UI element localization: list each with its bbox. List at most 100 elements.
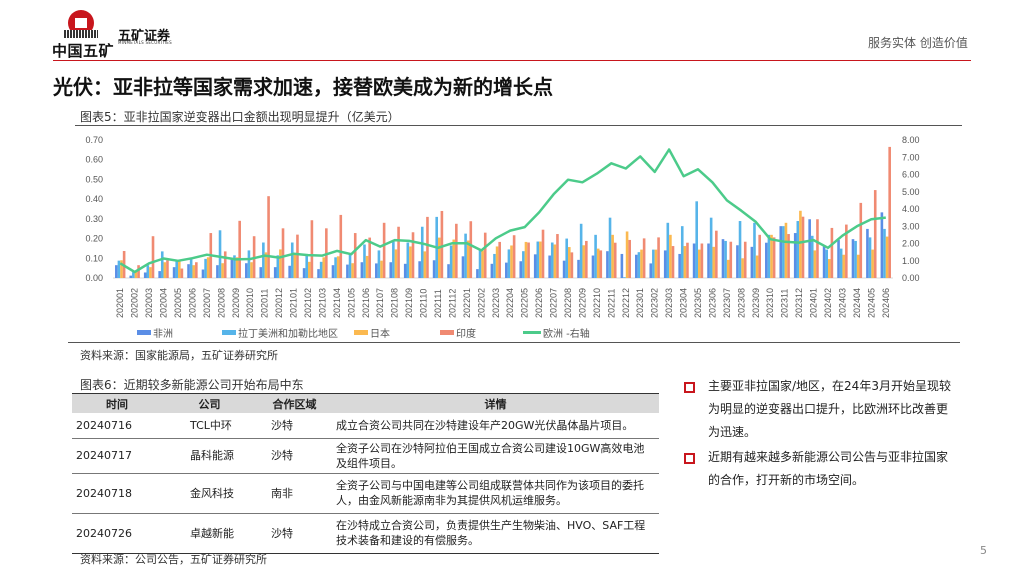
bar-2 — [799, 210, 802, 278]
bar-1 — [767, 234, 771, 278]
bar-3 — [642, 238, 646, 278]
y-tick-label-right: 4.00 — [902, 204, 920, 214]
cell-company: TCL中环 — [162, 413, 257, 439]
bar-1 — [695, 201, 698, 278]
bar-0 — [418, 261, 421, 278]
bar-0 — [750, 246, 754, 278]
x-tick-label: 202012 — [274, 288, 284, 318]
legend-japan: 日本 — [354, 325, 390, 340]
bar-2 — [871, 249, 874, 278]
bar-0 — [461, 256, 465, 278]
x-tick-label: 202404 — [852, 288, 862, 318]
bar-2 — [654, 249, 658, 278]
bar-3 — [512, 235, 516, 278]
table-row: 20240726 卓越新能 沙特 在沙特成立合资公司，负责提供生产生物柴油、HV… — [72, 513, 659, 554]
bar-2 — [726, 259, 730, 278]
x-tick-label: 202001 — [115, 288, 125, 318]
x-tick-label: 202203 — [491, 288, 501, 318]
x-tick-label: 202106 — [361, 288, 371, 318]
x-tick-label: 202207 — [549, 288, 559, 318]
x-tick-label: 202112 — [447, 289, 457, 318]
bar-1 — [608, 217, 612, 278]
bar-1 — [883, 228, 886, 278]
bar-1 — [825, 249, 828, 278]
bar-0 — [490, 263, 494, 278]
bar-0 — [505, 262, 508, 278]
bar-3 — [483, 232, 487, 278]
bar-1 — [392, 240, 395, 278]
bar-2 — [250, 262, 253, 278]
bar-1 — [290, 242, 294, 278]
bar-3 — [657, 237, 660, 278]
bar-1 — [117, 260, 121, 278]
cell-details: 全资子公司与中国电建等公司组成联营体共同作为该项目的委托人，由金风新能源南非为其… — [332, 473, 659, 514]
x-tick-label: 202011 — [260, 289, 270, 318]
bar-1 — [305, 254, 308, 278]
bar-1 — [478, 250, 482, 278]
y-tick-label-right: 7.00 — [902, 152, 920, 162]
x-tick-label: 202302 — [650, 288, 660, 318]
x-tick-label: 202307 — [722, 288, 732, 318]
page-number: 5 — [980, 544, 987, 557]
bar-2 — [611, 234, 614, 278]
bar-0 — [331, 265, 335, 278]
x-tick-label: 202303 — [664, 288, 674, 318]
y-tick-label-left: 0.20 — [85, 234, 103, 244]
cell-company: 卓越新能 — [162, 513, 257, 554]
bar-2 — [712, 246, 716, 278]
bar-0 — [793, 233, 797, 278]
bar-1 — [334, 257, 337, 278]
x-tick-label: 202208 — [563, 288, 573, 318]
bar-3 — [353, 233, 357, 278]
y-tick-label-right: 1.00 — [902, 256, 920, 266]
company-cooperation-table: 时间 公司 合作区域 详情 20240716 TCL中环 沙特 成立合资公司共同… — [72, 393, 659, 554]
bar-0 — [692, 243, 696, 278]
bar-1 — [218, 230, 222, 278]
legend-swatch — [137, 330, 151, 335]
bar-0 — [808, 219, 811, 278]
bar-0 — [663, 250, 667, 278]
bar-0 — [721, 239, 725, 278]
bar-0 — [115, 265, 118, 278]
bar-3 — [426, 216, 429, 278]
bar-0 — [273, 267, 277, 278]
y-tick-label-right: 6.00 — [902, 170, 920, 180]
x-tick-label: 202202 — [476, 288, 486, 318]
bar-0 — [172, 267, 176, 278]
table-row: 20240717 晶科能源 沙特 全资子公司在沙特阿拉伯王国成立合资公司建设10… — [72, 438, 659, 474]
bar-1 — [507, 249, 511, 278]
table-row: 20240716 TCL中环 沙特 成立合资公司共同在沙特建设年产20GW光伏晶… — [72, 413, 659, 439]
bar-2 — [221, 263, 224, 278]
legend-label: 欧洲 -右轴 — [543, 329, 590, 340]
bar-2 — [698, 249, 701, 278]
x-tick-label: 202305 — [693, 288, 703, 318]
bar-2 — [553, 244, 557, 278]
bar-1 — [666, 222, 670, 278]
bar-1 — [594, 234, 597, 278]
bar-1 — [550, 242, 554, 278]
y-tick-label-right: 0.00 — [902, 273, 920, 283]
bar-1 — [738, 221, 742, 278]
header-details: 详情 — [332, 393, 659, 413]
bar-3 — [411, 232, 415, 278]
cell-region: 沙特 — [257, 438, 332, 474]
bar-1 — [189, 258, 193, 278]
bar-3 — [873, 190, 877, 278]
header-time: 时间 — [72, 393, 162, 413]
bar-2 — [640, 249, 643, 278]
x-tick-label: 202205 — [520, 288, 530, 318]
bar-0 — [302, 268, 306, 278]
bar-0 — [346, 264, 349, 278]
x-tick-label: 202005 — [173, 288, 183, 318]
bar-1 — [753, 222, 756, 278]
bar-2 — [409, 246, 412, 278]
bar-3 — [238, 220, 241, 278]
x-tick-label: 202010 — [245, 288, 255, 318]
bar-3 — [729, 241, 733, 278]
y-tick-label-left: 0.50 — [85, 174, 103, 184]
bar-0 — [866, 228, 869, 278]
bar-3 — [267, 196, 270, 278]
bar-3 — [758, 234, 761, 278]
legend-africa: 非洲 — [137, 325, 173, 340]
legend-india: 印度 — [440, 325, 476, 340]
